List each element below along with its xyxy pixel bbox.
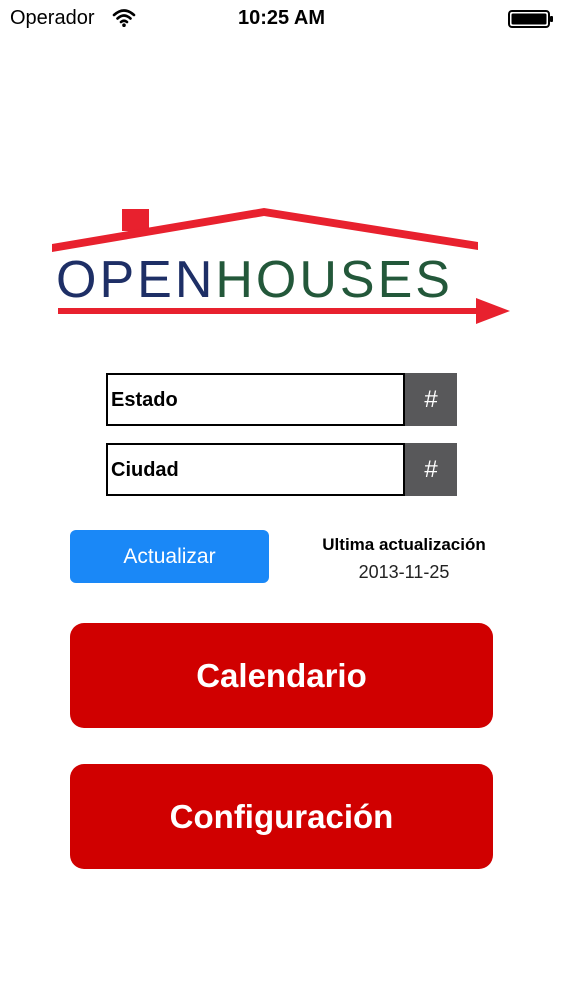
calendar-button[interactable]: Calendario <box>70 623 493 728</box>
state-picker-button[interactable]: # <box>405 373 457 426</box>
last-update-title: Ultima actualización <box>322 535 486 554</box>
battery-icon <box>508 10 553 28</box>
state-label: Estado <box>111 389 178 411</box>
status-time: 10:25 AM <box>237 7 326 29</box>
last-update-date: 2013-11-25 <box>358 562 450 582</box>
city-input[interactable]: Ciudad <box>106 443 405 496</box>
update-button[interactable]: Actualizar <box>70 530 269 583</box>
status-bar: Operador 10:25 AM <box>0 0 563 38</box>
logo-wordmark: OPENHOUSES <box>56 252 453 308</box>
city-label: Ciudad <box>111 459 179 481</box>
state-field: Estado # <box>106 373 457 426</box>
state-input[interactable]: Estado <box>106 373 405 426</box>
settings-button[interactable]: Configuración <box>70 764 493 869</box>
logo-word-open: OPEN <box>56 251 216 309</box>
city-field: Ciudad # <box>106 443 457 496</box>
logo-word-houses: HOUSES <box>215 251 453 309</box>
city-picker-button[interactable]: # <box>405 443 457 496</box>
